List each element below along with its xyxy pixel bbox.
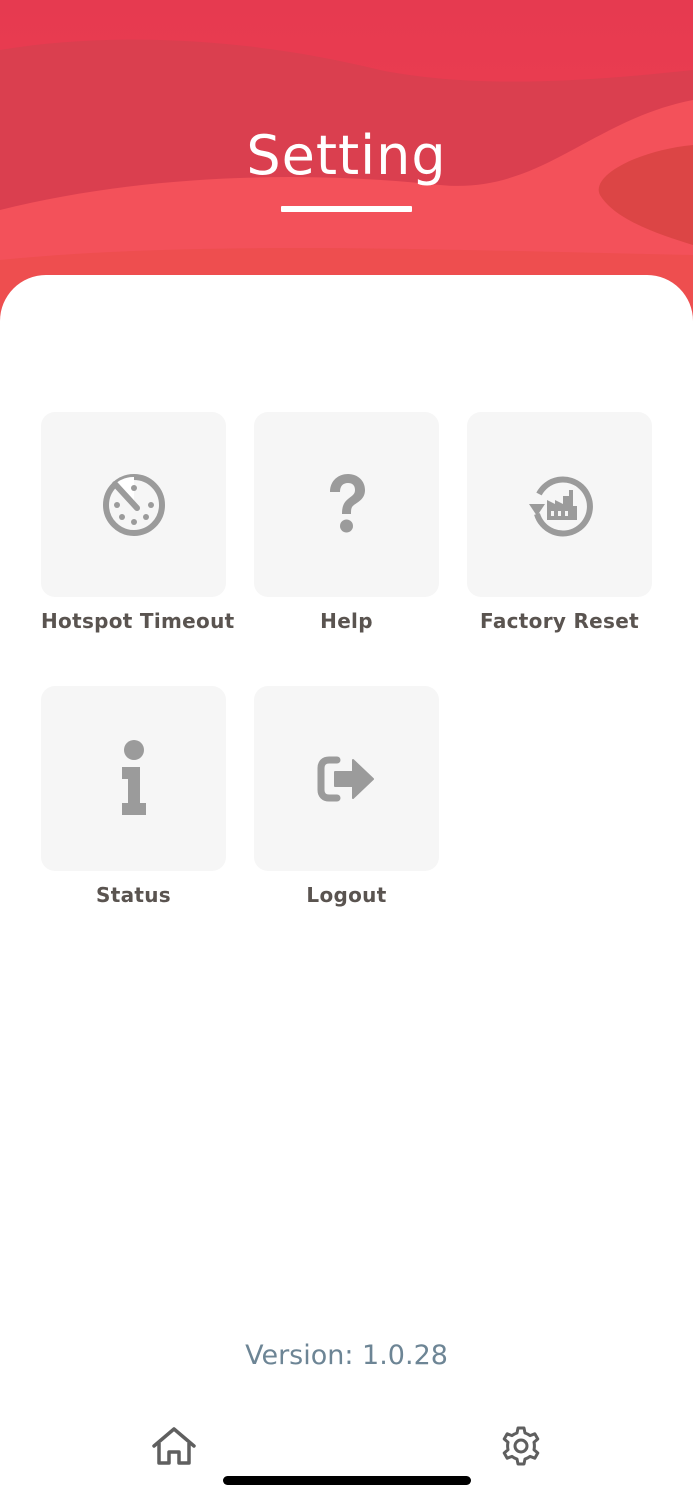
home-indicator: [223, 1476, 471, 1485]
title-underline: [281, 206, 412, 212]
help-label: Help: [320, 609, 373, 633]
logout-button[interactable]: [254, 686, 439, 871]
status-tile[interactable]: Status: [41, 686, 226, 907]
factory-reset-tile[interactable]: Factory Reset: [467, 412, 652, 633]
tab-home[interactable]: [150, 1422, 198, 1470]
logout-tile[interactable]: Logout: [254, 686, 439, 907]
question-mark-icon: [329, 473, 365, 532]
home-icon: [152, 1427, 196, 1465]
tab-settings[interactable]: [497, 1422, 545, 1470]
hotspot-timeout-tile[interactable]: Hotspot Timeout: [41, 412, 235, 633]
hotspot-timeout-label: Hotspot Timeout: [41, 609, 235, 633]
factory-reset-icon: [528, 476, 593, 536]
status-label: Status: [96, 883, 171, 907]
help-button[interactable]: [254, 412, 439, 597]
timer-off-icon: [102, 473, 165, 536]
logout-icon: [317, 756, 374, 801]
factory-reset-button[interactable]: [467, 412, 652, 597]
info-icon: [121, 739, 146, 815]
status-button[interactable]: [41, 686, 226, 871]
gear-icon: [502, 1426, 540, 1466]
hotspot-timeout-button[interactable]: [41, 412, 226, 597]
page-title: Setting: [246, 124, 447, 187]
version-text: Version: 1.0.28: [245, 1340, 448, 1371]
help-tile[interactable]: Help: [254, 412, 439, 633]
logout-label: Logout: [306, 883, 387, 907]
factory-reset-label: Factory Reset: [480, 609, 639, 633]
